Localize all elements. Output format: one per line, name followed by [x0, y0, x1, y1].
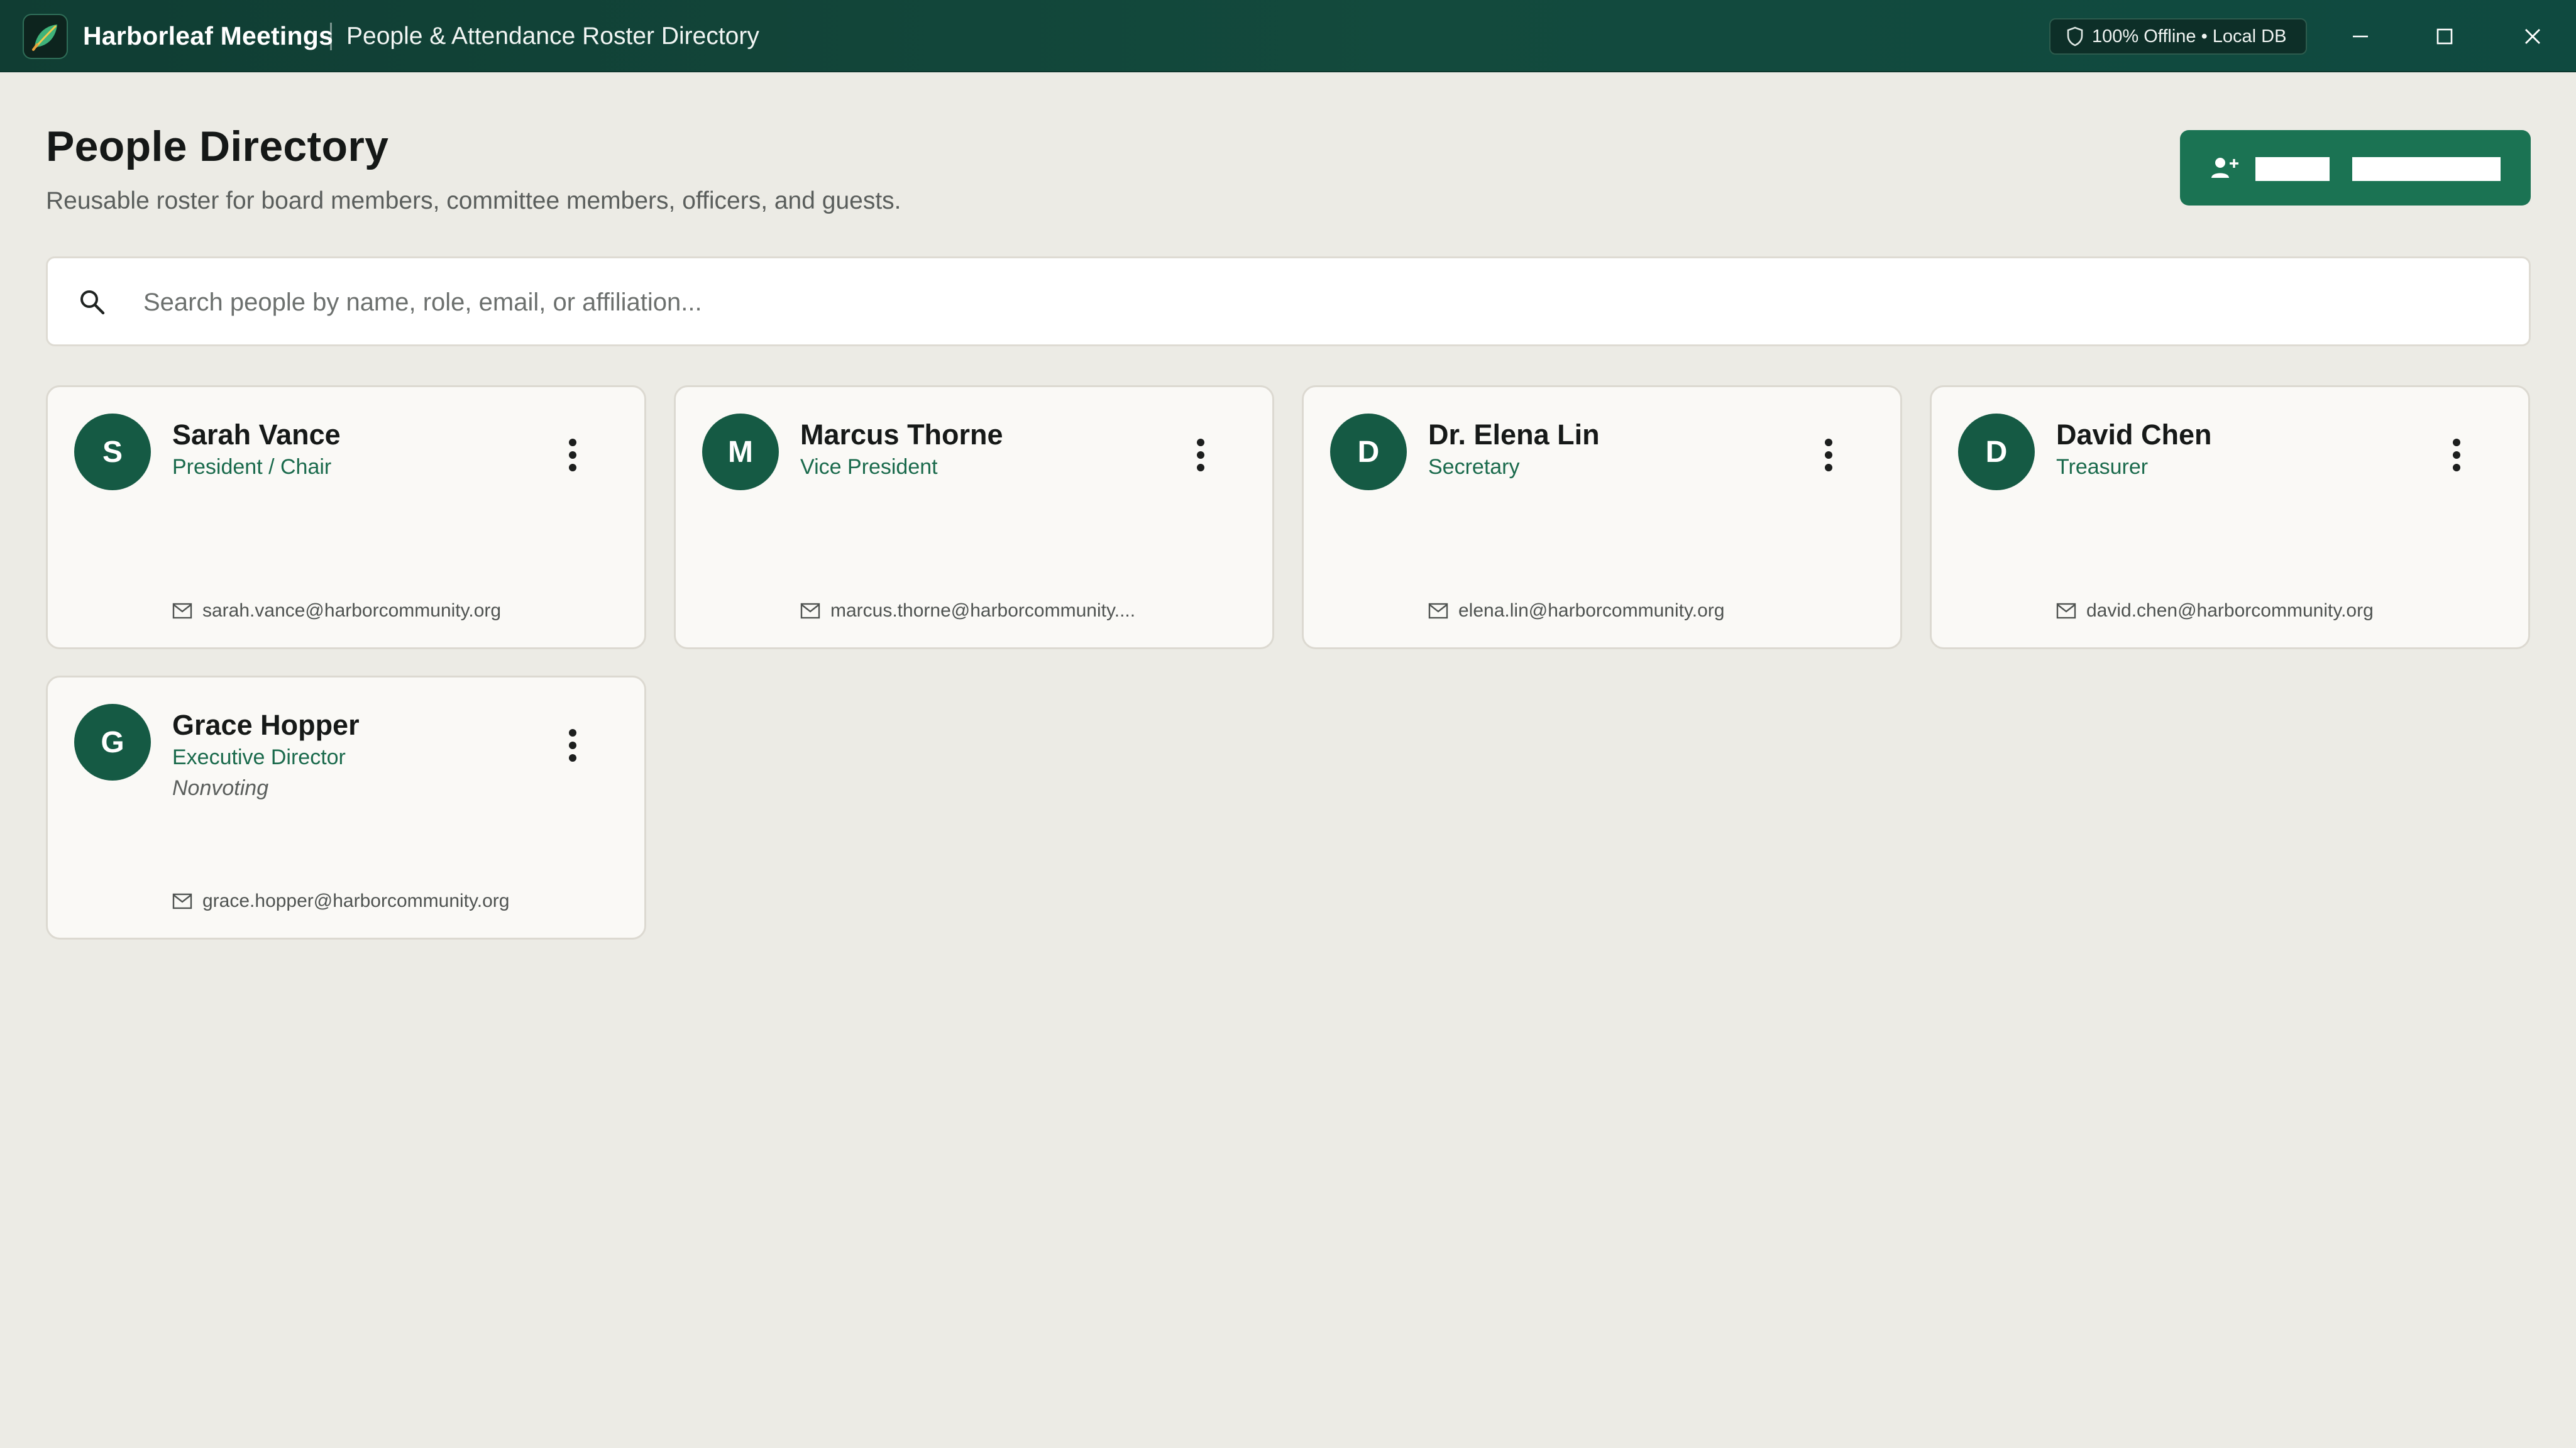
maximize-button[interactable] — [2401, 0, 2488, 72]
person-name: Dr. Elena Lin — [1428, 419, 1600, 451]
person-card[interactable]: M Marcus Thorne Vice President marcus.th… — [674, 385, 1274, 649]
avatar: G — [74, 704, 151, 781]
more-options-button[interactable] — [2438, 432, 2475, 478]
person-name: Marcus Thorne — [800, 419, 1003, 451]
person-email: elena.lin@harborcommunity.org — [1458, 600, 1725, 621]
add-button-label-redacted-2 — [2352, 157, 2501, 181]
email-row: marcus.thorne@harborcommunity.... — [800, 598, 1135, 623]
person-add-icon — [2211, 158, 2238, 178]
shield-icon — [2067, 26, 2083, 47]
title-separator — [330, 23, 332, 50]
window-title: People & Attendance Roster Directory — [346, 23, 759, 50]
person-role: Vice President — [800, 455, 938, 479]
mail-icon — [172, 893, 192, 909]
more-vertical-icon — [569, 439, 576, 471]
minimize-icon — [2353, 35, 2368, 37]
email-row: sarah.vance@harborcommunity.org — [172, 598, 501, 623]
person-email: sarah.vance@harborcommunity.org — [202, 600, 502, 621]
maximize-icon — [2436, 28, 2453, 44]
page-subtitle: Reusable roster for board members, commi… — [46, 187, 901, 214]
mail-icon — [172, 603, 192, 619]
person-note: Nonvoting — [172, 776, 269, 800]
email-row: david.chen@harborcommunity.org — [2056, 598, 2374, 623]
search-input[interactable] — [143, 260, 2494, 344]
person-role: President / Chair — [172, 455, 332, 479]
status-text: 100% Offline • Local DB — [2092, 26, 2287, 47]
avatar: S — [74, 414, 151, 490]
app-logo — [23, 14, 68, 59]
search-icon — [80, 290, 105, 315]
leaf-logo-icon — [32, 25, 57, 51]
person-name: David Chen — [2056, 419, 2212, 451]
mail-icon — [800, 603, 820, 619]
person-role: Secretary — [1428, 455, 1520, 479]
person-card[interactable]: D David Chen Treasurer david.chen@harbor… — [1930, 385, 2530, 649]
close-button[interactable] — [2489, 0, 2576, 72]
person-card[interactable]: D Dr. Elena Lin Secretary elena.lin@harb… — [1302, 385, 1902, 649]
avatar: M — [702, 414, 779, 490]
app-name: Harborleaf Meetings — [83, 21, 333, 50]
more-options-button[interactable] — [554, 723, 592, 768]
person-role: Executive Director — [172, 745, 346, 769]
email-row: elena.lin@harborcommunity.org — [1428, 598, 1724, 623]
search-box[interactable] — [46, 256, 2531, 346]
person-card[interactable]: S Sarah Vance President / Chair sarah.va… — [46, 385, 646, 649]
title-bar: Harborleaf Meetings People & Attendance … — [0, 0, 2576, 72]
person-email: marcus.thorne@harborcommunity.... — [830, 600, 1136, 621]
avatar: D — [1958, 414, 2035, 490]
more-options-button[interactable] — [554, 432, 592, 478]
minimize-button[interactable] — [2317, 0, 2404, 72]
more-vertical-icon — [2453, 439, 2460, 471]
mail-icon — [1428, 603, 1448, 619]
person-role: Treasurer — [2056, 455, 2149, 479]
more-options-button[interactable] — [1810, 432, 1847, 478]
more-vertical-icon — [1825, 439, 1832, 471]
more-vertical-icon — [1197, 439, 1204, 471]
person-email: grace.hopper@harborcommunity.org — [202, 891, 510, 911]
person-name: Grace Hopper — [172, 709, 360, 741]
more-vertical-icon — [569, 729, 576, 762]
mail-icon — [2056, 603, 2076, 619]
page-title: People Directory — [46, 123, 389, 170]
add-person-button[interactable] — [2180, 130, 2531, 206]
offline-status-badge: 100% Offline • Local DB — [2049, 18, 2307, 55]
avatar: D — [1330, 414, 1407, 490]
close-icon — [2525, 28, 2540, 44]
person-name: Sarah Vance — [172, 419, 341, 451]
more-options-button[interactable] — [1182, 432, 1219, 478]
email-row: grace.hopper@harborcommunity.org — [172, 889, 509, 914]
add-button-label-redacted — [2255, 157, 2330, 181]
person-card[interactable]: G Grace Hopper Executive Director Nonvot… — [46, 676, 646, 940]
person-email: david.chen@harborcommunity.org — [2086, 600, 2374, 621]
